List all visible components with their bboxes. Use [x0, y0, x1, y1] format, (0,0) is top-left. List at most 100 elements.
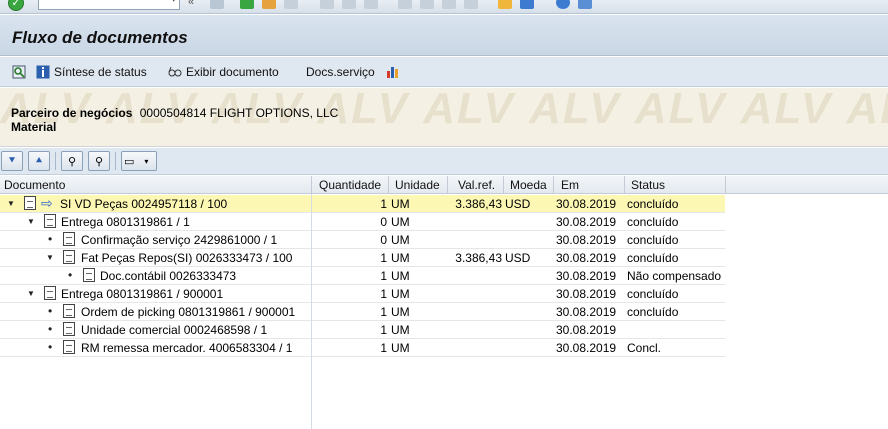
command-field[interactable]: ▾ — [38, 0, 180, 10]
find-button[interactable]: ⚲ — [61, 151, 83, 171]
last-page-icon[interactable] — [464, 0, 478, 9]
table-row[interactable]: ▼ Fat Peças Repos(SI) 0026333473 / 100 1… — [0, 249, 888, 267]
print-icon[interactable] — [320, 0, 334, 9]
table-row[interactable]: • Confirmação serviço 2429861000 / 1 0 U… — [0, 231, 888, 249]
cell-moeda: USD — [505, 251, 531, 265]
document-flow-tree: Documento Quantidade Unidade Val.ref. Mo… — [0, 176, 888, 429]
system-toolbar: ✓ ▾ « — [0, 0, 888, 14]
collapse-all-button[interactable]: ⯅ — [28, 151, 50, 171]
collapse-icon: ⯅ — [34, 154, 44, 167]
application-toolbar: Síntese de status Exibir documento Docs.… — [0, 57, 888, 87]
chevron-down-icon[interactable]: ▾ — [171, 0, 176, 5]
cell-documento: Ordem de picking 0801319861 / 900001 — [81, 305, 296, 319]
back-icon[interactable] — [240, 0, 254, 9]
document-icon — [63, 232, 75, 246]
binoculars-icon: ⚲ — [67, 155, 77, 168]
column-header: Documento Quantidade Unidade Val.ref. Mo… — [0, 176, 888, 194]
cell-documento: Entrega 0801319861 / 1 — [61, 215, 190, 229]
shortcut-icon[interactable] — [520, 0, 534, 9]
col-divider[interactable] — [503, 176, 504, 194]
document-icon — [63, 322, 75, 336]
col-unidade[interactable]: Unidade — [395, 178, 440, 192]
customize-layout-icon[interactable] — [578, 0, 592, 9]
print-view-button[interactable]: ▭ ▾ — [121, 151, 157, 171]
material-row: Material — [11, 120, 888, 138]
collapse-toggle-icon[interactable]: ▼ — [27, 289, 35, 298]
col-divider[interactable] — [311, 176, 312, 194]
bar-chart-icon — [387, 67, 398, 78]
table-row[interactable]: • Unidade comercial 0002468598 / 1 1 UM … — [0, 321, 888, 339]
cell-em: 30.08.2019 — [556, 233, 617, 247]
document-icon — [63, 304, 75, 318]
col-divider[interactable] — [725, 176, 726, 194]
cell-unidade: UM — [391, 197, 410, 211]
glasses-icon — [168, 66, 182, 77]
table-row[interactable]: • RM remessa mercador. 4006583304 / 1 1 … — [0, 339, 888, 357]
collapse-toggle-icon[interactable]: ▼ — [46, 253, 54, 262]
document-icon — [63, 340, 75, 354]
cell-documento: Unidade comercial 0002468598 / 1 — [81, 323, 268, 337]
col-documento[interactable]: Documento — [4, 178, 65, 192]
table-row[interactable]: ▼ ⇨ SI VD Peças 0024957118 / 100 1 UM 3.… — [0, 195, 888, 213]
previous-page-icon[interactable] — [420, 0, 434, 9]
cell-quantidade: 1 — [380, 287, 387, 301]
table-row[interactable]: ▼ Entrega 0801319861 / 900001 1 UM 30.08… — [0, 285, 888, 303]
graphic-button[interactable] — [386, 63, 400, 81]
leaf-bullet-icon: • — [48, 304, 53, 318]
help-icon[interactable] — [556, 0, 570, 9]
cell-unidade: UM — [391, 251, 410, 265]
leaf-bullet-icon: • — [48, 322, 53, 336]
cell-status: concluído — [627, 251, 679, 265]
document-icon — [44, 214, 56, 228]
collapse-toggle-icon[interactable]: ▼ — [27, 217, 35, 226]
cell-documento: Doc.contábil 0026333473 — [100, 269, 237, 283]
cancel-icon[interactable] — [284, 0, 298, 9]
next-page-icon[interactable] — [442, 0, 456, 9]
document-icon — [24, 196, 36, 210]
table-row[interactable]: ▼ Entrega 0801319861 / 1 0 UM 30.08.2019… — [0, 213, 888, 231]
collapse-toggle-icon[interactable]: ▼ — [7, 199, 15, 208]
title-bar: Fluxo de documentos — [0, 15, 888, 56]
col-quantidade[interactable]: Quantidade — [319, 178, 381, 192]
find-icon[interactable] — [342, 0, 356, 9]
new-session-icon[interactable] — [498, 0, 512, 9]
display-document-button[interactable]: Exibir documento — [168, 63, 279, 81]
material-label: Material — [11, 120, 57, 134]
cell-documento: RM remessa mercador. 4006583304 / 1 — [81, 341, 293, 355]
cell-status: Não compensado — [627, 269, 722, 283]
service-documents-button[interactable]: Docs.serviço — [306, 63, 375, 81]
col-divider[interactable] — [388, 176, 389, 194]
table-row[interactable]: • Ordem de picking 0801319861 / 900001 1… — [0, 303, 888, 321]
save-icon[interactable] — [210, 0, 224, 9]
table-row[interactable]: • Doc.contábil 0026333473 1 UM 30.08.201… — [0, 267, 888, 285]
col-divider[interactable] — [553, 176, 554, 194]
first-page-icon[interactable] — [398, 0, 412, 9]
col-divider[interactable] — [624, 176, 625, 194]
expand-icon: ⯆ — [7, 154, 17, 167]
cell-quantidade: 1 — [380, 305, 387, 319]
header-info: ALV ALV ALV ALV ALV ALV ALV ALV ALV Parc… — [0, 88, 888, 147]
cell-status: concluído — [627, 287, 679, 301]
cell-unidade: UM — [391, 287, 410, 301]
exit-icon[interactable] — [262, 0, 276, 9]
col-divider[interactable] — [447, 176, 448, 194]
printer-icon: ▭ — [124, 155, 135, 168]
display-detail-button[interactable] — [12, 63, 26, 81]
status-overview-label: Síntese de status — [54, 65, 147, 79]
display-document-label: Exibir documento — [186, 65, 279, 79]
find-next-button[interactable]: ⚲ — [88, 151, 110, 171]
find-next-icon[interactable] — [364, 0, 378, 9]
leaf-bullet-icon: • — [68, 268, 73, 282]
cell-em: 30.08.2019 — [556, 341, 617, 355]
col-moeda[interactable]: Moeda — [510, 178, 547, 192]
double-chevron-icon[interactable]: « — [188, 0, 202, 9]
cell-em: 30.08.2019 — [556, 287, 617, 301]
cell-valref: 3.386,43 — [455, 197, 502, 211]
col-em[interactable]: Em — [561, 178, 579, 192]
info-icon — [36, 65, 50, 79]
col-status[interactable]: Status — [631, 178, 665, 192]
enter-icon[interactable]: ✓ — [8, 0, 24, 11]
col-valref[interactable]: Val.ref. — [458, 178, 495, 192]
status-overview-button[interactable]: Síntese de status — [36, 63, 147, 81]
expand-all-button[interactable]: ⯆ — [1, 151, 23, 171]
